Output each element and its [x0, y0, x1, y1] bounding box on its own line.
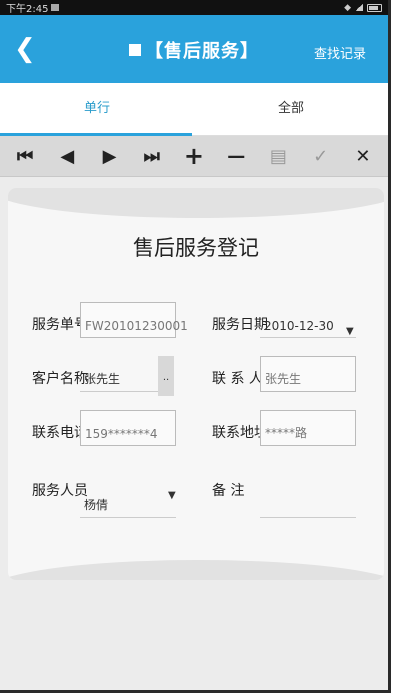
confirm-button[interactable]: ✓ — [304, 141, 338, 171]
status-time: 下午2:45 — [6, 4, 49, 15]
first-record-button[interactable]: ⏮ — [8, 141, 42, 171]
app-window: 下午2:45 ◆ ❮ 【售后服务】 查找记录 单行 全部 ⏮ ◀ ▶ ⏭ + —… — [0, 0, 391, 693]
address-field[interactable]: *****路 — [260, 410, 356, 446]
prev-record-button[interactable]: ◀ — [50, 141, 84, 171]
staff-select[interactable]: 杨倩 — [80, 470, 176, 518]
tab-all[interactable]: 全部 — [194, 83, 388, 135]
signal-icon — [355, 4, 363, 11]
save-button[interactable]: ▤ — [261, 141, 295, 171]
wifi-icon: ◆ — [344, 2, 351, 13]
empty-area — [0, 580, 388, 690]
next-record-button[interactable]: ▶ — [93, 141, 127, 171]
title-square-icon — [129, 44, 141, 56]
form-title: 售后服务登记 — [133, 236, 259, 260]
status-bar: 下午2:45 ◆ — [0, 0, 388, 15]
tab-bar: 单行 全部 — [0, 83, 388, 136]
staff-dropdown-icon[interactable]: ▼ — [168, 490, 176, 501]
remark-field[interactable] — [260, 470, 356, 518]
service-no-field[interactable]: FW20101230001 — [80, 302, 188, 338]
find-records-button[interactable]: 查找记录 — [314, 43, 366, 62]
service-date-select[interactable]: 2010-12-30 — [260, 302, 356, 338]
app-header: ❮ 【售后服务】 查找记录 — [0, 15, 388, 83]
cancel-button[interactable]: ✕ — [346, 141, 380, 171]
tab-indicator — [0, 133, 192, 136]
record-toolbar: ⏮ ◀ ▶ ⏭ + — ▤ ✓ ✕ — [0, 136, 388, 177]
phone-field[interactable]: 159*******4 — [80, 410, 176, 446]
delete-record-button[interactable]: — — [219, 141, 253, 171]
customer-name-field[interactable]: 张先生 — [80, 356, 158, 392]
tab-single[interactable]: 单行 — [0, 83, 194, 135]
battery-icon — [367, 3, 382, 12]
remark-label: 备 注 — [212, 483, 245, 499]
notification-icon — [51, 4, 60, 11]
contact-label: 联 系 人 — [212, 371, 263, 387]
date-dropdown-icon[interactable]: ▼ — [346, 326, 354, 337]
form-card: 售后服务登记 服务单号 FW20101230001 服务日期 2010-12-3… — [8, 188, 384, 580]
contact-field[interactable]: 张先生 — [260, 356, 356, 392]
last-record-button[interactable]: ⏭ — [135, 141, 169, 171]
add-record-button[interactable]: + — [177, 141, 211, 171]
customer-lookup-button[interactable]: .. — [158, 356, 174, 396]
